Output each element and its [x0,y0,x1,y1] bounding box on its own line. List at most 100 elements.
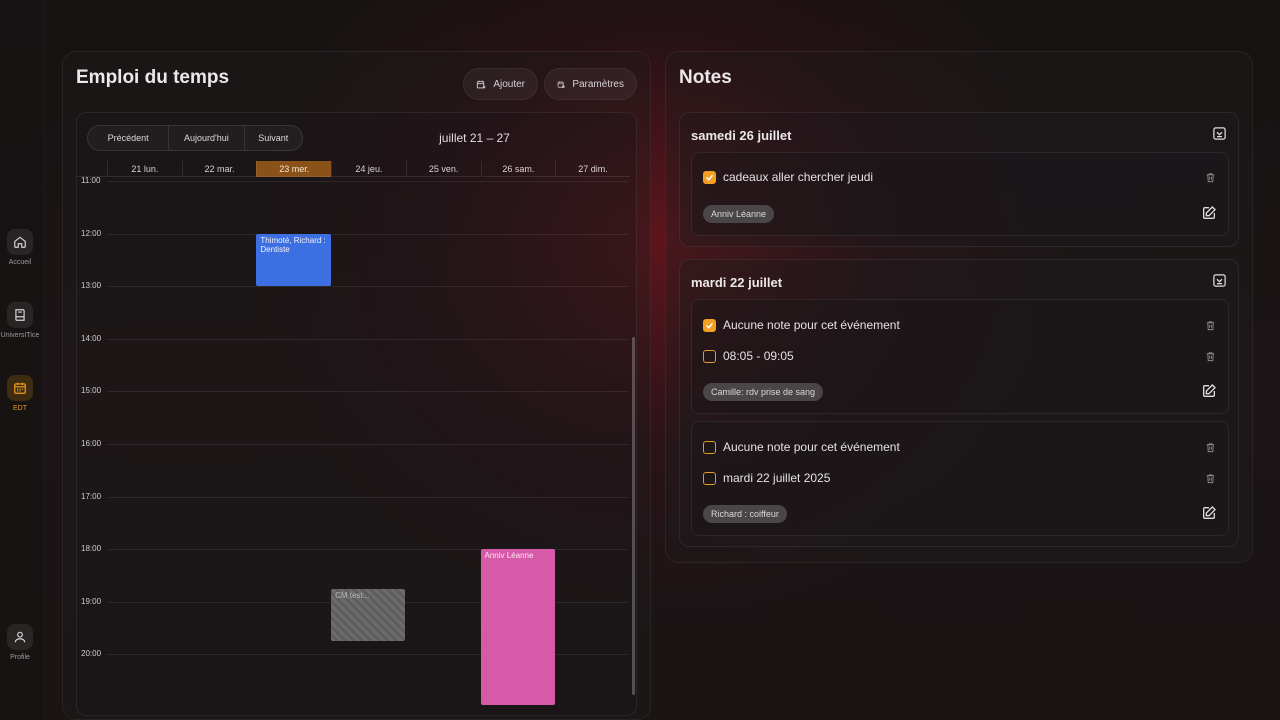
note-item: 08:05 - 09:05 [703,347,1217,365]
check-icon [705,322,714,329]
hour-label: 19:00 [81,596,102,606]
trash-icon [1206,473,1214,483]
previous-button[interactable]: Précédent [88,126,170,150]
edt-button[interactable] [7,375,33,401]
hour-label: 16:00 [81,439,102,448]
trash-button[interactable] [1203,349,1217,363]
hour-gridline [107,338,628,340]
note-item: Aucune note pour cet événement [703,316,1217,334]
nav-item-accueil[interactable]: Accueil [0,229,40,266]
hour-label: 14:00 [81,333,102,343]
note-checkbox[interactable] [703,349,716,363]
nav-label-accueil: Accueil [8,259,32,266]
hour-gridline [107,391,628,393]
today-button[interactable]: Aujourd'hui [169,126,245,150]
note-text: 08:05 - 09:05 [723,349,794,363]
event-tag[interactable]: Anniv Léanne [703,205,775,223]
day-header[interactable]: 26 sam. [480,161,556,177]
trash-button[interactable] [1203,318,1217,332]
check-icon [705,174,714,181]
hour-label: 13:00 [81,281,102,291]
nav-label-profile: Profile [10,654,30,661]
note-text: Aucune note pour cet événement [723,318,900,332]
note-text: Aucune note pour cet événement [723,440,900,454]
universitice-button[interactable] [7,302,33,328]
event-tag[interactable]: Camille: rdv prise de sang [703,383,824,401]
home-button[interactable] [7,229,33,255]
notes-date-group: mardi 22 juillet Aucune note pour cet év… [679,259,1239,547]
date-group-title: samedi 26 juillet [691,128,792,143]
note-card: Aucune note pour cet événement mardi 22 … [691,421,1229,536]
week-navigation: Précédent Aujourd'hui Suivant [87,125,303,151]
edit-note-icon[interactable] [1201,505,1217,521]
hour-label: 17:00 [81,491,102,501]
note-item: cadeaux aller chercher jeudi [703,168,1217,186]
hour-label: 15:00 [81,386,102,396]
trash-icon [1206,442,1214,452]
hour-gridline [107,286,628,288]
user-icon [14,631,26,643]
day-header[interactable]: 24 jeu. [331,161,406,177]
collapse-icon[interactable] [1212,126,1227,141]
time-gutter-header [77,161,107,177]
calendar-add-icon [476,80,486,88]
hour-gridline [107,444,628,445]
note-card: Aucune note pour cet événement 08:05 - 0… [691,299,1229,414]
calendar-scrollbar[interactable] [632,337,635,695]
hour-gridline [107,233,628,235]
edit-note-icon[interactable] [1201,383,1217,399]
hour-label: 12:00 [81,228,102,238]
sidebar: Accueil UniversITice EDT Profile [0,0,44,720]
notes-date-group: samedi 26 juillet cadeaux aller chercher… [679,112,1239,247]
schedule-title: Emploi du temps [76,67,230,88]
calendar-event[interactable]: Thimoté, Richard : Dentiste [256,233,331,287]
trash-button[interactable] [1203,471,1217,485]
nav-item-edt[interactable]: EDT [0,375,40,412]
event-tag[interactable]: Richard : coiffeur [703,505,787,523]
hour-label: 20:00 [81,649,102,659]
home-icon [14,236,26,248]
trash-icon [1206,320,1214,330]
nav-label-universitice: UniversITice [0,332,40,339]
trash-button[interactable] [1203,170,1217,184]
calendar-event[interactable]: CM test... [331,588,406,642]
date-group-title: mardi 22 juillet [691,275,783,290]
settings-button[interactable]: Paramètres [544,68,637,100]
note-item: Aucune note pour cet événement [703,438,1217,456]
note-checkbox[interactable] [703,440,716,454]
calendar: Précédent Aujourd'hui Suivant juillet 21… [76,112,637,716]
day-header[interactable]: 21 lun. [107,161,182,177]
collapse-icon[interactable] [1212,273,1227,288]
note-checkbox[interactable] [703,170,716,184]
nav-item-profile[interactable]: Profile [0,624,40,661]
trash-icon [1206,351,1214,361]
edit-note-icon[interactable] [1201,205,1217,221]
note-item: mardi 22 juillet 2025 [703,469,1217,487]
hour-gridline [107,181,628,182]
hour-gridline [107,496,628,498]
add-label: Ajouter [493,78,525,90]
add-button[interactable]: Ajouter [463,68,538,100]
note-checkbox[interactable] [703,318,716,332]
trash-button[interactable] [1203,440,1217,454]
day-header[interactable]: 23 mer. [256,161,332,177]
note-checkbox[interactable] [703,471,716,485]
calendar-event[interactable]: Anniv Léanne [480,549,555,705]
note-text: mardi 22 juillet 2025 [723,471,831,485]
calendar-icon [14,382,26,394]
day-header[interactable]: 22 mar. [181,161,257,177]
day-header[interactable]: 25 ven. [405,161,481,177]
week-range-title: juillet 21 – 27 [439,131,510,145]
settings-label: Paramètres [572,78,624,90]
note-card: cadeaux aller chercher jeudi Anniv Léann… [691,152,1229,236]
note-text: cadeaux aller chercher jeudi [723,170,874,184]
nav-item-universitice[interactable]: UniversITice [0,302,40,339]
next-button[interactable]: Suivant [245,126,302,150]
hour-label: 11:00 [81,176,101,185]
nav-label-edt: EDT [13,405,27,412]
book-icon [15,309,25,321]
day-header[interactable]: 27 dim. [555,161,630,177]
calendar-settings-icon [557,80,565,88]
notes-title: Notes [679,67,732,88]
profile-button[interactable] [7,624,33,650]
